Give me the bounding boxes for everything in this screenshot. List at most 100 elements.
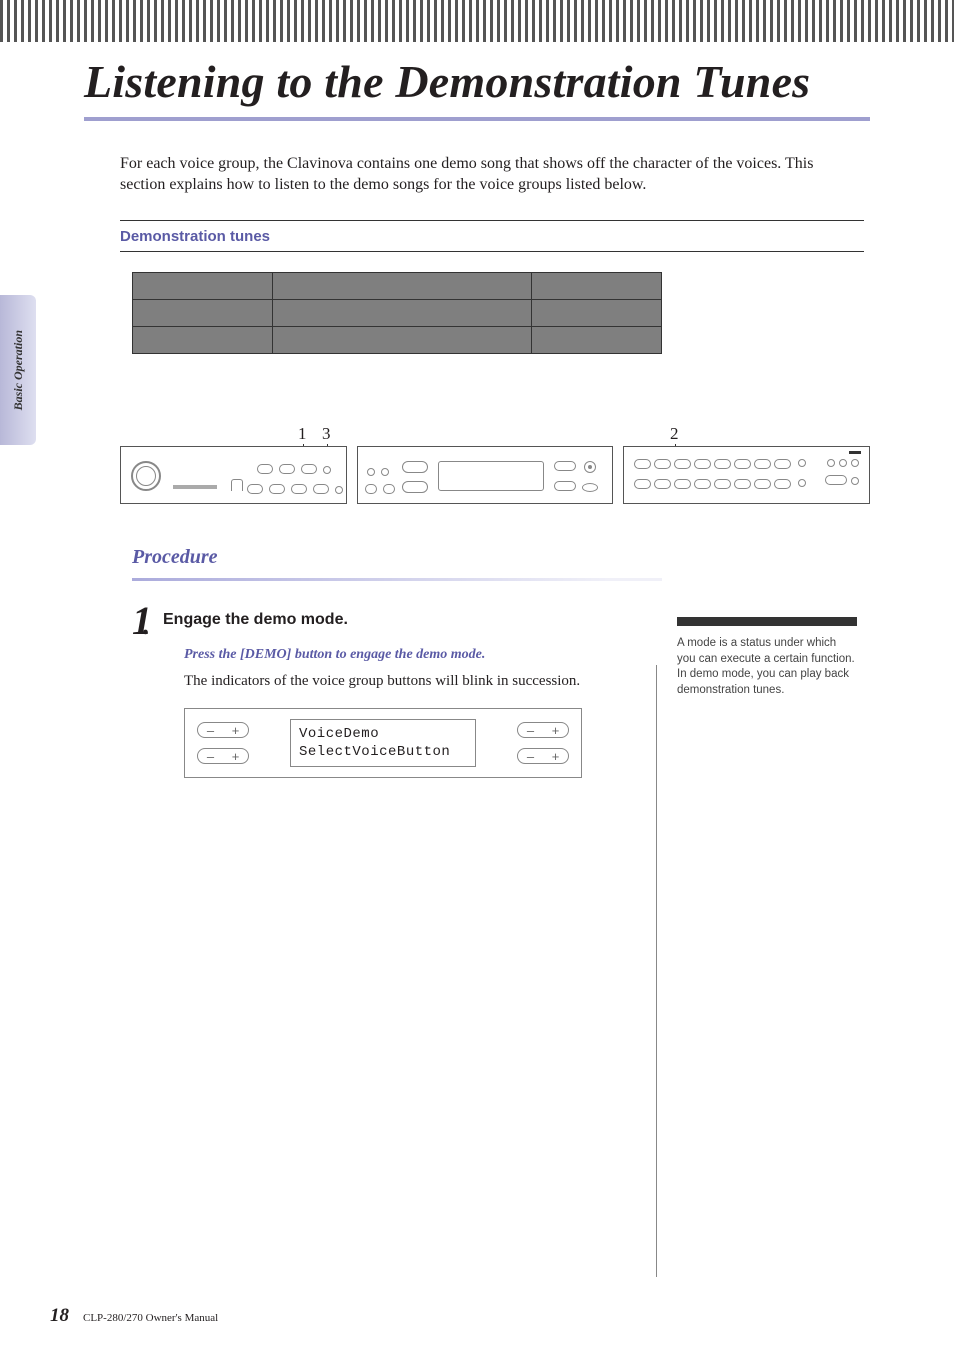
table-row [133, 273, 662, 300]
right-pm-buttons: –+ –+ [517, 722, 569, 764]
step-dot: . [142, 610, 149, 641]
panel-button-icon [313, 484, 329, 494]
panel-button-icon [402, 461, 428, 473]
procedure-rule [132, 578, 662, 581]
page-footer: 18 CLP-280/270 Owner's Manual [50, 1305, 218, 1327]
lcd-diagram: –+ –+ VoiceDemo SelectVoiceButton –+ –+ [184, 708, 582, 778]
page-title: Listening to the Demonstration Tunes [84, 56, 844, 109]
led-pair [366, 463, 390, 481]
lcd-line-1: VoiceDemo [299, 726, 467, 744]
step-title: Engage the demo mode. [163, 611, 348, 629]
panel-section-middle [357, 446, 613, 504]
side-tab: Basic Operation [0, 295, 36, 445]
lcd-line-2: SelectVoiceButton [299, 744, 467, 762]
callout-3: 3 [322, 424, 331, 444]
control-panel-diagram: 1 3 2 [120, 424, 870, 504]
margin-note: A mode is a status under which you can e… [677, 617, 857, 778]
voice-button-icon [654, 459, 671, 469]
voice-button-icon [774, 459, 791, 469]
panel-button-icon [269, 484, 285, 494]
panel-display-icon [438, 461, 544, 491]
step-1: 1. Engage the demo mode. Press the [DEMO… [132, 603, 662, 778]
marker-icon [849, 451, 861, 454]
step-instruction: Press the [DEMO] button to engage the de… [184, 647, 662, 663]
section-rule-top [120, 220, 864, 221]
section-heading: Demonstration tunes [120, 224, 864, 252]
button-pair [364, 481, 396, 499]
procedure-section: Procedure 1. Engage the demo mode. Press… [132, 546, 870, 778]
plus-minus-button-icon: –+ [517, 722, 569, 738]
panel-button-icon [279, 464, 295, 474]
button-row [246, 481, 344, 499]
vertical-divider [656, 665, 657, 1277]
panel-led-icon [851, 459, 859, 467]
intro-paragraph: For each voice group, the Clavinova cont… [120, 153, 840, 196]
panel-button-icon [291, 484, 307, 494]
panel-callout-labels: 1 3 2 [120, 424, 870, 446]
table-row [133, 327, 662, 354]
panel-section-right [623, 446, 870, 504]
panel-extra-controls [823, 459, 861, 485]
note-text: A mode is a status under which you can e… [677, 636, 857, 698]
record-button-icon [584, 461, 596, 473]
master-volume-knob-icon [131, 461, 161, 491]
voice-button-row [634, 459, 807, 469]
table-row [133, 300, 662, 327]
button-row [256, 461, 332, 479]
voice-button-icon [694, 459, 711, 469]
panel-button-icon [825, 475, 847, 485]
note-header-bar [677, 617, 857, 626]
voice-button-icon [634, 479, 651, 489]
panel-led-icon [839, 459, 847, 467]
top-barcode-strip [0, 0, 954, 42]
panel-button-icon [383, 484, 395, 494]
voice-button-icon [754, 459, 771, 469]
panel-led-icon [798, 479, 806, 487]
panel-button-icon [365, 484, 377, 494]
procedure-heading: Procedure [132, 546, 870, 575]
lcd-screen: VoiceDemo SelectVoiceButton [290, 719, 476, 767]
panel-button-icon [257, 464, 273, 474]
page-number: 18 [50, 1305, 69, 1327]
voice-button-icon [734, 479, 751, 489]
panel-led-icon [798, 459, 806, 467]
voice-button-icon [654, 479, 671, 489]
slider-icon [173, 485, 217, 489]
title-rule [84, 117, 870, 121]
callout-2: 2 [670, 424, 679, 444]
demo-tunes-table [132, 272, 662, 354]
left-pm-buttons: –+ –+ [197, 722, 249, 764]
headphone-icon [231, 479, 243, 491]
panel-led-icon [323, 466, 331, 474]
panel-button-icon [247, 484, 263, 494]
voice-button-icon [714, 479, 731, 489]
panel-led-icon [367, 468, 375, 476]
voice-button-icon [674, 479, 691, 489]
plus-minus-button-icon: –+ [517, 748, 569, 764]
voice-button-row [634, 479, 807, 489]
voice-button-icon [734, 459, 751, 469]
panel-button-icon [402, 481, 428, 493]
callout-1: 1 [298, 424, 307, 444]
demo-tunes-section: Demonstration tunes [120, 220, 864, 354]
voice-button-icon [694, 479, 711, 489]
plus-minus-button-icon: –+ [197, 748, 249, 764]
voice-button-icon [714, 459, 731, 469]
panel-led-icon [851, 477, 859, 485]
panel-led-icon [381, 468, 389, 476]
plus-minus-button-icon: –+ [197, 722, 249, 738]
voice-button-icon [754, 479, 771, 489]
side-tab-label: Basic Operation [11, 330, 26, 410]
voice-button-icon [674, 459, 691, 469]
panel-button-icon [301, 464, 317, 474]
manual-name: CLP-280/270 Owner's Manual [83, 1312, 218, 1324]
panel-section-left [120, 446, 347, 504]
panel-button-icon [554, 461, 576, 471]
voice-button-icon [774, 479, 791, 489]
voice-button-icon [634, 459, 651, 469]
panel-button-icon [582, 483, 598, 492]
panel-led-icon [335, 486, 343, 494]
panel-led-icon [827, 459, 835, 467]
step-body-text: The indicators of the voice group button… [184, 673, 662, 690]
panel-button-icon [554, 481, 576, 491]
